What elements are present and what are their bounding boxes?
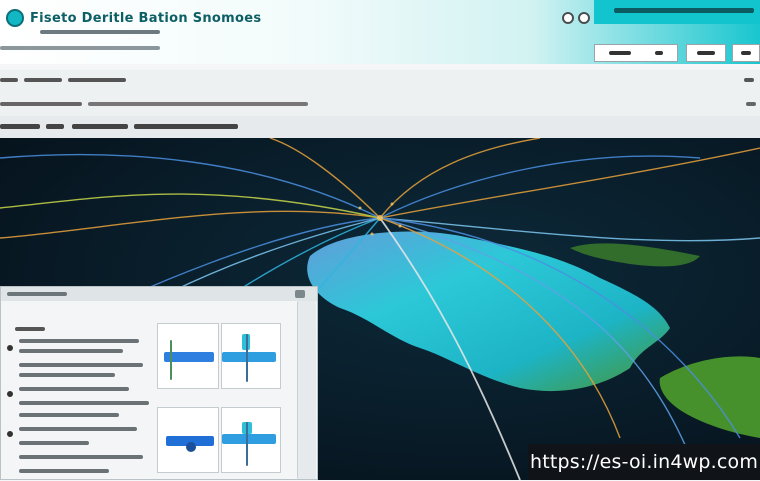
help-icon[interactable]	[562, 12, 574, 24]
filter-field[interactable]	[594, 44, 678, 62]
breadcrumb-bar	[0, 92, 760, 117]
list-item[interactable]	[19, 401, 149, 405]
settings-icon[interactable]	[578, 12, 590, 24]
menu-bar	[0, 70, 760, 93]
app-title: Fiseto Deritle Bation Snomoes	[30, 11, 262, 26]
chart-card-bottom-right[interactable]	[221, 407, 281, 473]
list-item[interactable]	[19, 441, 89, 445]
list-item[interactable]	[19, 469, 109, 473]
list-item[interactable]	[19, 373, 115, 377]
bullet-icon	[7, 345, 13, 351]
analysis-panel	[0, 286, 318, 480]
bullet-icon	[7, 431, 13, 437]
tab-item[interactable]	[72, 124, 128, 129]
tab-item[interactable]	[134, 124, 238, 129]
menu-item[interactable]	[0, 78, 18, 82]
panel-scrollbar[interactable]	[297, 301, 316, 479]
landmass-east	[659, 356, 760, 438]
panel-titlebar	[1, 287, 317, 301]
chart-card-top-right[interactable]	[221, 323, 281, 389]
menu-item[interactable]	[24, 78, 62, 82]
list-item[interactable]	[19, 413, 119, 417]
menu-item[interactable]	[68, 78, 126, 82]
list-item[interactable]	[19, 455, 143, 459]
toggle-field[interactable]	[732, 44, 760, 62]
subtitle-line	[40, 30, 160, 34]
source-url-label: https://es-oi.in4wp.com	[528, 444, 760, 480]
breadcrumb-item[interactable]	[88, 102, 308, 106]
close-icon[interactable]	[295, 290, 305, 298]
tab-bar	[0, 116, 760, 139]
tab-item[interactable]	[46, 124, 64, 129]
breadcrumb-item[interactable]	[746, 102, 756, 106]
range-field[interactable]	[686, 44, 726, 62]
list-item[interactable]	[19, 339, 139, 343]
breadcrumb-item[interactable]	[0, 102, 82, 106]
list-item[interactable]	[19, 363, 143, 367]
chart-card-top-left[interactable]	[157, 323, 219, 389]
subtitle-line	[0, 46, 160, 50]
list-item[interactable]	[19, 349, 123, 353]
panel-list	[1, 305, 153, 481]
bullet-icon	[7, 391, 13, 397]
menu-item[interactable]	[744, 78, 754, 82]
list-item[interactable]	[19, 427, 137, 431]
app-header: Fiseto Deritle Bation Snomoes	[0, 0, 760, 64]
panel-heading-line	[614, 8, 754, 13]
tab-item[interactable]	[0, 124, 40, 129]
chart-card-bottom-left[interactable]	[157, 407, 219, 473]
list-item[interactable]	[19, 387, 129, 391]
globe-logo-icon	[6, 9, 24, 27]
landmass-north	[570, 243, 700, 267]
list-item[interactable]	[15, 327, 45, 331]
